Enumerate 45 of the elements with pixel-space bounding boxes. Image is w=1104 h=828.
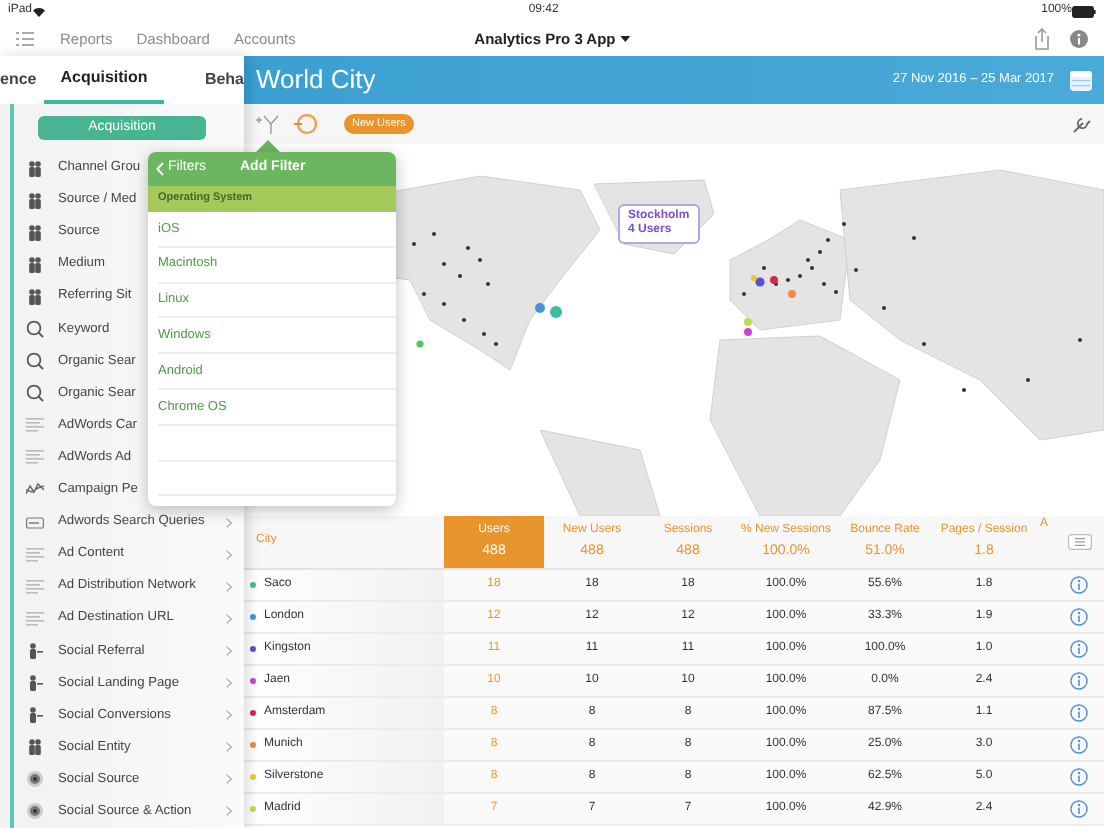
info-icon[interactable] <box>1070 576 1088 594</box>
settings-icon[interactable] <box>1072 114 1092 134</box>
info-icon[interactable] <box>1070 672 1088 690</box>
people-icon <box>26 223 44 242</box>
lines-icon <box>26 609 44 628</box>
person-icon <box>26 706 44 725</box>
info-icon[interactable] <box>1070 704 1088 722</box>
caret-icon <box>619 36 630 43</box>
share-icon[interactable] <box>1034 28 1050 50</box>
circle-icon <box>26 770 44 789</box>
people-icon <box>26 255 44 274</box>
tab[interactable]: Beha <box>164 56 244 104</box>
segment-icon[interactable] <box>294 112 318 136</box>
info-icon[interactable] <box>1070 768 1088 786</box>
info-icon[interactable] <box>1070 608 1088 626</box>
tab[interactable]: Acquisition <box>44 56 164 104</box>
box-icon <box>26 513 44 532</box>
calendar-icon[interactable] <box>1070 69 1092 91</box>
search-icon <box>26 384 44 403</box>
back-chevron-icon <box>156 162 164 176</box>
lines-icon <box>26 545 44 564</box>
search-icon <box>26 352 44 371</box>
info-icon[interactable] <box>1070 800 1088 818</box>
people-icon <box>26 287 44 306</box>
people-icon <box>26 191 44 210</box>
info-icon[interactable] <box>1070 640 1088 658</box>
page-title: World City <box>256 62 376 99</box>
tab[interactable]: ence <box>0 56 44 104</box>
add-filter-icon[interactable] <box>256 114 280 134</box>
person-icon <box>26 641 44 660</box>
lines-icon <box>26 416 44 435</box>
lines-icon <box>26 448 44 467</box>
person-icon <box>26 674 44 693</box>
battery-icon <box>1071 5 1096 17</box>
search-icon <box>26 320 44 339</box>
circle-icon <box>26 802 44 821</box>
list-menu-button[interactable] <box>1067 534 1091 550</box>
lines-icon <box>26 577 44 596</box>
people-icon <box>26 159 44 178</box>
menu-icon[interactable] <box>16 32 34 46</box>
info-icon[interactable] <box>1070 30 1088 48</box>
zigzag-icon <box>26 480 44 499</box>
people-icon <box>26 738 44 757</box>
wifi-icon <box>32 5 47 17</box>
info-icon[interactable] <box>1070 736 1088 754</box>
